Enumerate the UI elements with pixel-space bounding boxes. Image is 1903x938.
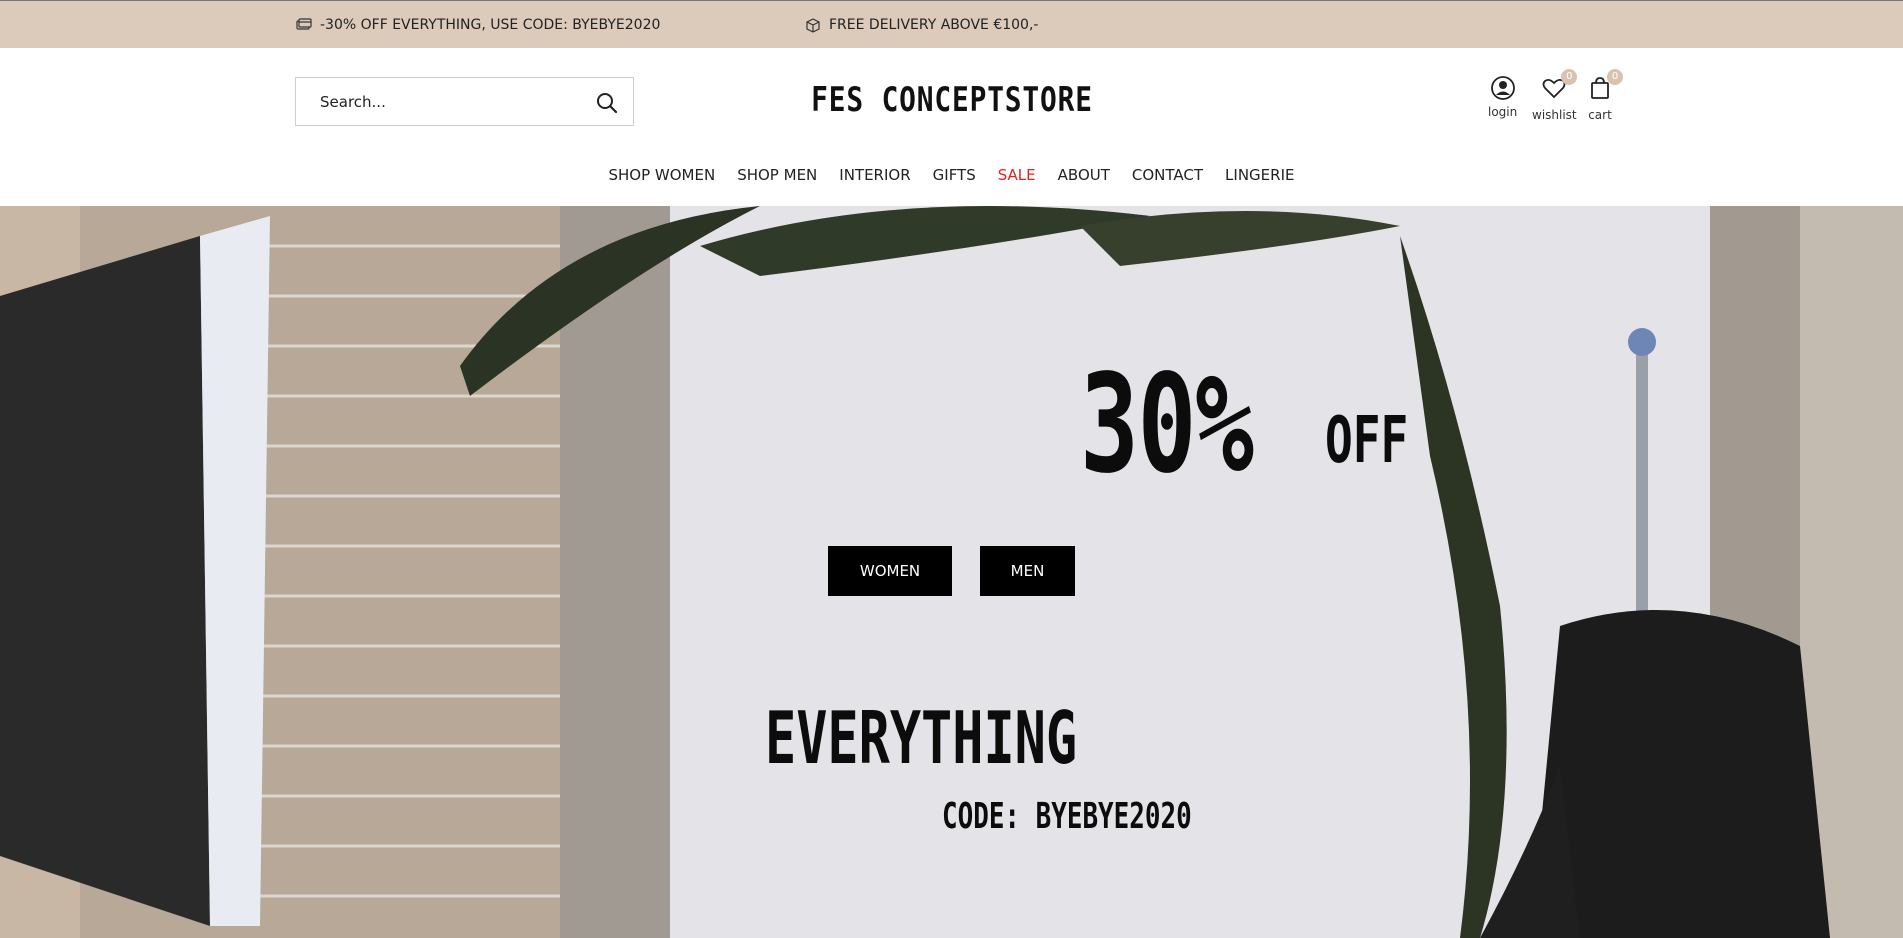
hero-percent: 30% [1080, 346, 1254, 504]
nav-shop-men[interactable]: SHOP MEN [726, 166, 828, 184]
promo-delivery: FREE DELIVERY ABOVE €100,- [805, 1, 1038, 49]
nav-contact[interactable]: CONTACT [1121, 166, 1214, 184]
promo-discount-text: -30% OFF EVERYTHING, USE CODE: BYEBYE202… [320, 17, 661, 33]
cart-count-badge: 0 [1607, 69, 1623, 85]
search-icon[interactable] [595, 91, 619, 115]
wishlist-link[interactable]: 0 wishlist [1532, 69, 1578, 122]
cart-label: cart [1588, 108, 1612, 122]
hero-off: OFF [1325, 404, 1409, 478]
user-icon [1490, 76, 1515, 100]
main-nav: SHOP WOMEN SHOP MEN INTERIOR GIFTS SALE … [0, 166, 1903, 184]
women-button[interactable]: WOMEN [828, 546, 952, 596]
nav-interior[interactable]: INTERIOR [828, 166, 921, 184]
hero-everything: EVERYTHING [765, 696, 1078, 780]
nav-sale[interactable]: SALE [987, 166, 1047, 184]
credit-card-icon [296, 18, 312, 30]
nav-gifts[interactable]: GIFTS [922, 166, 987, 184]
nav-about[interactable]: ABOUT [1047, 166, 1121, 184]
wishlist-count-badge: 0 [1561, 69, 1578, 85]
nav-shop-women[interactable]: SHOP WOMEN [598, 166, 727, 184]
search-box [295, 77, 634, 126]
site-header: FES CONCEPTSTORE login 0 wishlist 0 cart… [0, 48, 1903, 206]
promo-discount: -30% OFF EVERYTHING, USE CODE: BYEBYE202… [296, 1, 660, 49]
men-button[interactable]: MEN [980, 546, 1075, 596]
wishlist-label: wishlist [1532, 108, 1577, 122]
hero-banner: 30% OFF WOMEN MEN EVERYTHING CODE: BYEBY… [0, 206, 1903, 938]
search-input[interactable] [296, 91, 582, 112]
box-icon [806, 18, 820, 33]
promo-delivery-text: FREE DELIVERY ABOVE €100,- [829, 17, 1039, 33]
login-link[interactable]: login [1488, 75, 1517, 119]
cart-link[interactable]: 0 cart [1587, 69, 1623, 122]
site-logo[interactable]: FES CONCEPTSTORE [795, 80, 1110, 120]
login-label: login [1488, 105, 1518, 119]
announcement-bar: -30% OFF EVERYTHING, USE CODE: BYEBYE202… [0, 0, 1903, 48]
nav-lingerie[interactable]: LINGERIE [1214, 166, 1305, 184]
hero-code: CODE: BYEBYE2020 [942, 796, 1192, 837]
